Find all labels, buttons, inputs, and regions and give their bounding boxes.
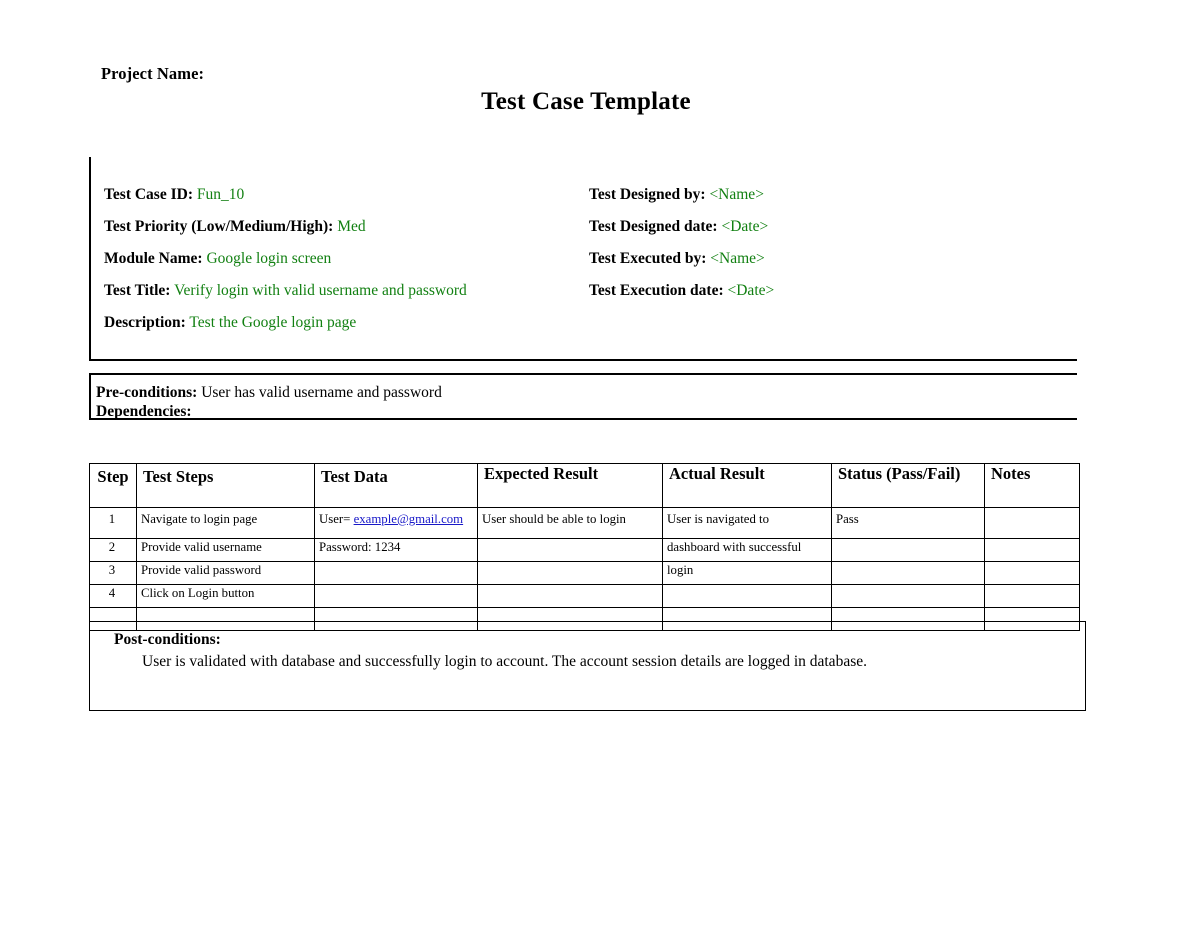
field-label: Module Name: <box>104 250 203 267</box>
cell-expected-result: User should be able to login <box>477 507 663 539</box>
column-header-status: Status (Pass/Fail) <box>831 463 985 508</box>
field-test-case-id: Test Case ID: Fun_10 <box>104 179 467 211</box>
field-description: Description: Test the Google login page <box>104 307 467 339</box>
cell-notes <box>984 561 1080 585</box>
column-header-test-data: Test Data <box>314 463 478 508</box>
field-label: Test Executed by: <box>589 250 707 267</box>
document-page: Project Name: Test Case Template Test Ca… <box>0 0 1200 927</box>
field-value: Verify login with valid username and pas… <box>174 282 467 299</box>
table-row: 2 Provide valid username Password: 1234 … <box>89 538 1080 562</box>
cell-status <box>831 584 985 608</box>
cell-status: Pass <box>831 507 985 539</box>
field-value: <Name> <box>710 250 765 267</box>
cell-test-data <box>314 561 478 585</box>
field-test-executed-by: Test Executed by: <Name> <box>589 243 774 275</box>
dependencies-line: Dependencies: <box>96 403 192 421</box>
project-name-label: Project Name: <box>101 64 205 83</box>
field-value: Google login screen <box>206 250 332 267</box>
cell-notes <box>984 538 1080 562</box>
field-label: Test Designed date: <box>589 218 718 235</box>
field-label: Test Case ID: <box>104 186 193 203</box>
cell-step: 3 <box>89 561 137 585</box>
cell-step: 1 <box>89 507 137 539</box>
field-value: <Name> <box>709 186 764 203</box>
cell-actual-result: User is navigated to <box>662 507 832 539</box>
field-test-designed-by: Test Designed by: <Name> <box>589 179 774 211</box>
column-header-expected-result: Expected Result <box>477 463 663 508</box>
table-row: 1 Navigate to login page User= example@g… <box>89 507 1080 539</box>
field-value: <Date> <box>721 218 769 235</box>
cell-test-data: User= example@gmail.com <box>314 507 478 539</box>
field-label: Test Designed by: <box>589 186 706 203</box>
field-value: Med <box>337 218 366 235</box>
cell-test-steps: Provide valid password <box>136 561 315 585</box>
field-label: Test Priority (Low/Medium/High): <box>104 218 334 235</box>
field-value: Test the Google login page <box>189 314 357 331</box>
cell-actual-result <box>662 584 832 608</box>
info-column-right: Test Designed by: <Name> Test Designed d… <box>589 179 774 307</box>
cell-actual-result: login <box>662 561 832 585</box>
field-label: Test Title: <box>104 282 171 299</box>
cell-expected-result <box>477 561 663 585</box>
field-value: Fun_10 <box>196 186 245 203</box>
postconditions-label: Post-conditions: <box>114 631 221 648</box>
field-label: Description: <box>104 314 186 331</box>
cell-actual-result: dashboard with successful <box>662 538 832 562</box>
preconditions-value: User has valid username and password <box>201 384 442 401</box>
postconditions-block: Post-conditions: User is validated with … <box>89 621 1086 711</box>
field-value: <Date> <box>727 282 775 299</box>
cell-step: 2 <box>89 538 137 562</box>
preconditions-line: Pre-conditions: User has valid username … <box>96 384 442 402</box>
cell-test-data: Password: 1234 <box>314 538 478 562</box>
table-row: 4 Click on Login button <box>89 584 1080 608</box>
cell-expected-result <box>477 584 663 608</box>
table-header-row: Step Test Steps Test Data Expected Resul… <box>89 463 1080 508</box>
dependencies-label: Dependencies: <box>96 403 192 420</box>
field-test-title: Test Title: Verify login with valid user… <box>104 275 467 307</box>
column-header-notes: Notes <box>984 463 1080 508</box>
column-header-actual-result: Actual Result <box>662 463 832 508</box>
cell-test-steps: Click on Login button <box>136 584 315 608</box>
column-header-test-steps: Test Steps <box>136 463 315 508</box>
page-title: Test Case Template <box>481 88 691 115</box>
field-label: Test Execution date: <box>589 282 724 299</box>
preconditions-label: Pre-conditions: <box>96 384 198 401</box>
cell-status <box>831 538 985 562</box>
test-steps-table: Step Test Steps Test Data Expected Resul… <box>89 463 1080 631</box>
cell-test-data <box>314 584 478 608</box>
table-row: 3 Provide valid password login <box>89 561 1080 585</box>
cell-test-steps: Navigate to login page <box>136 507 315 539</box>
field-test-designed-date: Test Designed date: <Date> <box>589 211 774 243</box>
cell-notes <box>984 507 1080 539</box>
field-test-priority: Test Priority (Low/Medium/High): Med <box>104 211 467 243</box>
test-case-info-block: Test Case ID: Fun_10 Test Priority (Low/… <box>89 157 1077 361</box>
cell-status <box>831 561 985 585</box>
info-column-left: Test Case ID: Fun_10 Test Priority (Low/… <box>104 179 467 339</box>
cell-notes <box>984 584 1080 608</box>
cell-expected-result <box>477 538 663 562</box>
field-module-name: Module Name: Google login screen <box>104 243 467 275</box>
preconditions-block: Pre-conditions: User has valid username … <box>89 373 1077 420</box>
test-data-prefix: User= <box>319 512 354 526</box>
cell-step: 4 <box>89 584 137 608</box>
postconditions-text: User is validated with database and succ… <box>142 653 867 670</box>
column-header-step: Step <box>89 463 137 508</box>
email-link[interactable]: example@gmail.com <box>354 512 464 526</box>
field-test-execution-date: Test Execution date: <Date> <box>589 275 774 307</box>
cell-test-steps: Provide valid username <box>136 538 315 562</box>
